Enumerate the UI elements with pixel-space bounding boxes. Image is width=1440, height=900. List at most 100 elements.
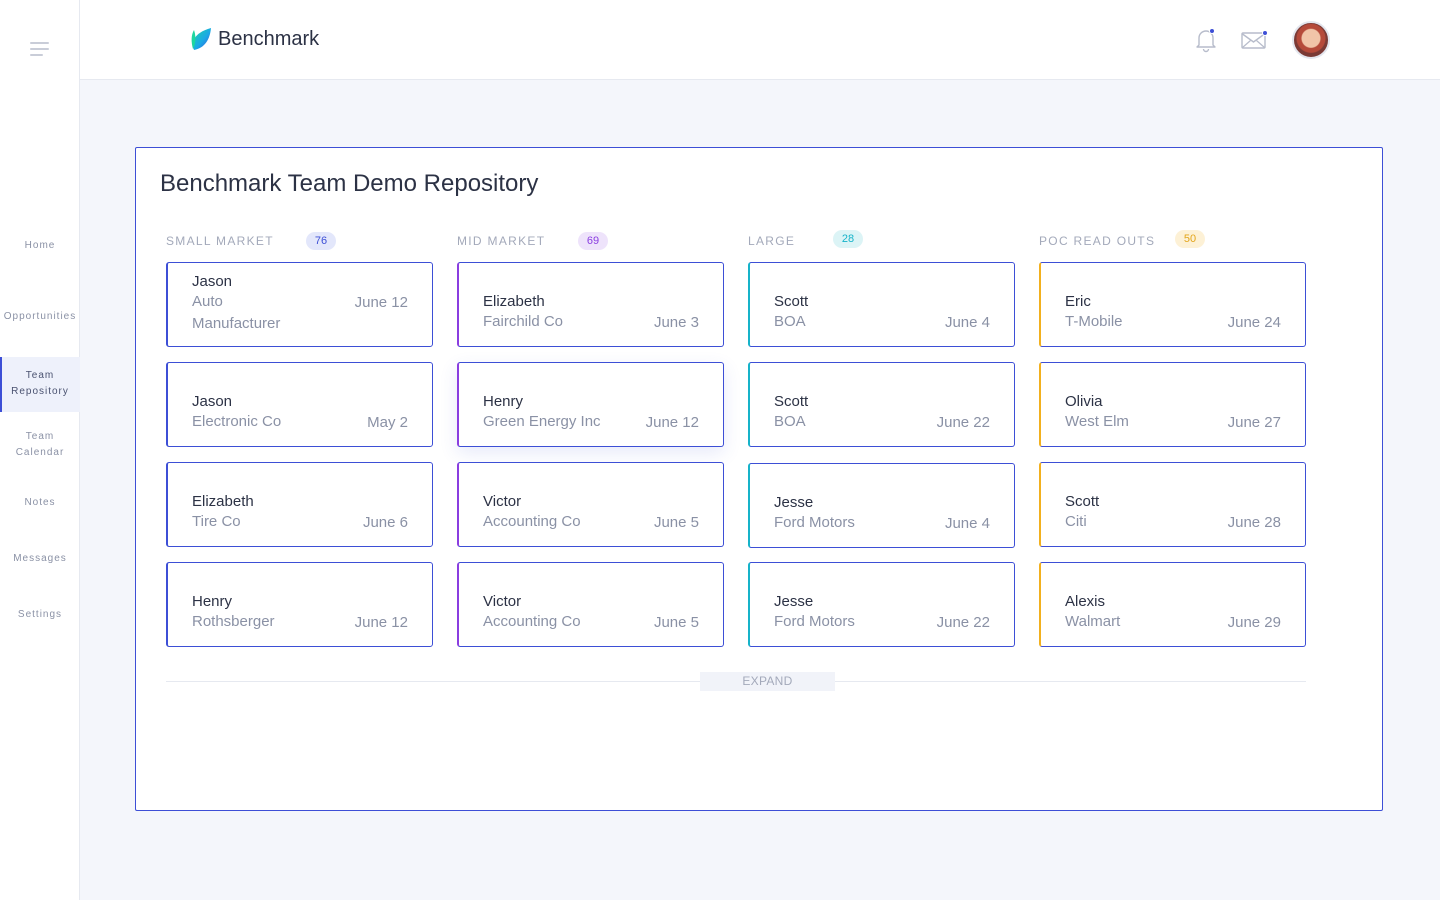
card-contact-name: Scott [774,393,809,410]
column-header-poc-read-outs: POC READ OUTS [1039,234,1156,248]
card-contact-name: Henry [483,393,524,410]
top-bar: Benchmark [80,0,1440,80]
column-header-small-market: SMALL MARKET [166,234,274,248]
deal-card[interactable]: Eric T-Mobile June 24 [1039,262,1306,347]
deal-card[interactable]: Scott BOA June 4 [748,262,1015,347]
avatar[interactable] [1292,21,1330,59]
card-date: June 6 [362,514,408,531]
deal-card[interactable]: Jesse Ford Motors June 4 [748,463,1015,548]
card-company: Accounting Co [483,613,581,630]
card-contact-name: Olivia [1065,393,1103,410]
card-contact-name: Alexis [1065,593,1106,610]
card-date: May 2 [367,414,408,431]
sidebar-item-messages[interactable]: Messages [0,551,80,567]
card-date: June 4 [944,314,990,331]
sidebar-item-label: Messages [13,553,67,564]
card-company: T-Mobile [1065,313,1123,330]
deal-card[interactable]: Elizabeth Fairchild Co June 3 [457,262,724,347]
deal-card[interactable]: Elizabeth Tire Co June 6 [166,462,433,547]
sidebar: Home Opportunities Team Repository Team … [0,0,80,900]
card-contact-name: Scott [774,293,809,310]
sidebar-item-opportunities[interactable]: Opportunities [0,309,80,325]
card-contact-name: Victor [483,593,522,610]
count-badge: 69 [578,232,608,250]
sidebar-item-home[interactable]: Home [0,238,80,254]
card-company: Ford Motors [774,613,855,630]
expand-button[interactable]: EXPAND [700,672,835,691]
notifications-button[interactable] [1194,27,1218,53]
deal-card[interactable]: Jesse Ford Motors June 22 [748,562,1015,647]
deal-card[interactable]: Scott Citi June 28 [1039,462,1306,547]
card-contact-name: Henry [192,593,233,610]
card-contact-name: Eric [1065,293,1091,310]
card-contact-name: Jason [192,393,233,410]
card-date: June 27 [1227,414,1281,431]
sidebar-item-label: Home [24,240,56,251]
card-date: June 24 [1227,314,1281,331]
notification-dot [1209,28,1215,34]
card-company: Green Energy Inc [483,413,601,430]
card-contact-name: Elizabeth [483,293,545,310]
sidebar-item-label: Team Repository [11,370,69,397]
card-contact-name: Elizabeth [192,493,254,510]
card-date: June 3 [653,314,699,331]
sidebar-item-label: Notes [24,497,56,508]
repository-panel: Benchmark Team Demo Repository SMALL MAR… [135,147,1383,811]
card-date: June 28 [1227,514,1281,531]
sidebar-item-notes[interactable]: Notes [0,495,80,511]
deal-card[interactable]: Olivia West Elm June 27 [1039,362,1306,447]
column-header-large: LARGE [748,234,796,248]
card-date: June 22 [936,614,990,631]
card-contact-name: Jesse [774,494,814,511]
count-badge: 50 [1175,230,1205,248]
sidebar-item-team-repository[interactable]: Team Repository [0,357,80,412]
messages-button[interactable] [1241,30,1268,50]
sidebar-item-settings[interactable]: Settings [0,607,80,623]
card-date: June 29 [1227,614,1281,631]
sidebar-item-label: Team Calendar [15,431,65,458]
card-contact-name: Jesse [774,593,814,610]
card-date: June 12 [354,294,408,311]
card-company: Fairchild Co [483,313,564,330]
deal-card[interactable]: Victor Accounting Co June 5 [457,562,724,647]
deal-card[interactable]: Victor Accounting Co June 5 [457,462,724,547]
sidebar-item-label: Settings [17,609,63,620]
card-company: Tire Co [192,513,241,530]
deal-card[interactable]: Henry Rothsberger June 12 [166,562,433,647]
card-company: Electronic Co [192,413,282,430]
card-company: Walmart [1065,613,1121,630]
card-company: Citi [1065,513,1087,530]
card-company: BOA [774,313,806,330]
card-company: Rothsberger [192,613,275,630]
sidebar-item-label: Opportunities [3,311,77,322]
deal-card[interactable]: Alexis Walmart June 29 [1039,562,1306,647]
card-contact-name: Victor [483,493,522,510]
sidebar-item-team-calendar[interactable]: Team Calendar [0,429,80,463]
card-date: June 4 [944,515,990,532]
card-company: Auto Manufacturer [192,293,281,332]
hamburger-menu-icon[interactable] [30,42,50,56]
card-date: June 5 [653,614,699,631]
deal-card[interactable]: Henry Green Energy Inc June 12 [457,362,724,447]
leaf-logo-icon [191,28,211,50]
card-date: June 22 [936,414,990,431]
card-company: BOA [774,413,806,430]
deal-card[interactable]: Jason Electronic Co May 2 [166,362,433,447]
card-company: West Elm [1065,413,1129,430]
card-date: June 12 [645,414,699,431]
card-company: Accounting Co [483,513,581,530]
card-contact-name: Jason [192,273,233,290]
card-company: Ford Motors [774,514,855,531]
count-badge: 28 [833,230,863,248]
card-date: June 5 [653,514,699,531]
deal-card[interactable]: Scott BOA June 22 [748,362,1015,447]
column-header-mid-market: MID MARKET [457,234,546,248]
page-title: Benchmark Team Demo Repository [160,170,539,197]
card-contact-name: Scott [1065,493,1100,510]
app-name: Benchmark [218,27,320,50]
card-date: June 12 [354,614,408,631]
deal-card[interactable]: Jason Auto Manufacturer June 12 [166,262,433,347]
logo[interactable]: Benchmark [190,27,319,51]
count-badge: 76 [306,232,336,250]
message-dot [1262,30,1268,36]
